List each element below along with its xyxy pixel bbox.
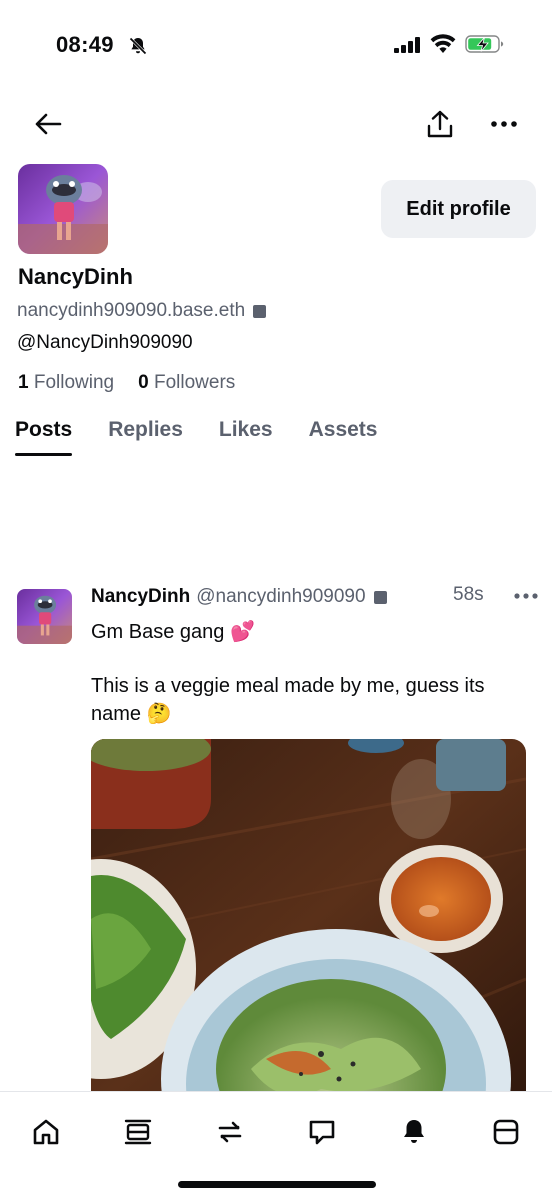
post-timestamp: 58s	[453, 584, 484, 605]
follow-stats: 1 Following 0 Followers	[18, 372, 235, 394]
status-time: 08:49	[56, 32, 114, 57]
wallet-icon	[493, 1119, 519, 1145]
swap-icon	[218, 1121, 242, 1143]
more-horizontal-icon	[514, 593, 538, 599]
status-bar: 08:49	[0, 0, 552, 90]
nav-home[interactable]	[28, 1114, 64, 1150]
food-photo	[91, 739, 526, 1109]
profile-tabs: Posts Replies Likes Assets	[15, 418, 377, 456]
post-image[interactable]	[91, 739, 526, 1109]
home-indicator	[178, 1181, 376, 1188]
followers-link[interactable]: 0 Followers	[138, 372, 235, 394]
avatar-image	[18, 164, 108, 254]
notifications-icon	[404, 1120, 424, 1143]
back-button[interactable]	[28, 106, 68, 142]
followers-label: Followers	[153, 372, 236, 393]
basename-text: nancydinh909090.base.eth	[17, 300, 246, 321]
share-button[interactable]	[420, 104, 460, 144]
tab-replies[interactable]: Replies	[108, 418, 183, 456]
post-more-button[interactable]	[508, 582, 544, 610]
edit-profile-button[interactable]: Edit profile	[381, 180, 536, 238]
post-author-avatar[interactable]	[17, 589, 72, 644]
tab-posts[interactable]: Posts	[15, 418, 73, 456]
messages-icon	[309, 1120, 335, 1145]
cellular-signal-icon	[394, 37, 420, 53]
post-author-handle[interactable]: @nancydinh909090	[196, 586, 365, 608]
profile-handle: @NancyDinh909090	[17, 332, 193, 353]
nav-notifications[interactable]	[396, 1114, 432, 1150]
more-options-button[interactable]	[484, 106, 524, 142]
bell-slash-icon	[129, 37, 147, 55]
home-icon	[33, 1119, 59, 1145]
followers-count: 0	[138, 372, 149, 393]
following-label: Following	[33, 372, 115, 393]
profile-basename: nancydinh909090.base.eth	[17, 300, 267, 322]
nav-messages[interactable]	[304, 1114, 340, 1150]
post-avatar-image	[17, 589, 72, 644]
post-author-name[interactable]: NancyDinh	[91, 586, 190, 608]
wifi-icon	[430, 34, 456, 53]
tab-assets[interactable]: Assets	[309, 418, 378, 456]
share-icon	[427, 110, 453, 138]
basename-badge-icon	[253, 304, 267, 318]
battery-charging-icon	[465, 35, 504, 53]
following-link[interactable]: 1 Following	[18, 372, 114, 394]
back-arrow-icon	[35, 113, 62, 135]
post-text-line: This is a veggie meal made by me, guess …	[91, 675, 485, 725]
feed-icon	[124, 1119, 152, 1145]
nav-swap[interactable]	[212, 1114, 248, 1150]
nav-wallet[interactable]	[488, 1114, 524, 1150]
nav-feed[interactable]	[120, 1114, 156, 1150]
profile-avatar[interactable]	[18, 164, 108, 254]
post-badge-icon	[373, 590, 387, 604]
following-count: 1	[18, 372, 29, 393]
profile-display-name: NancyDinh	[18, 264, 133, 289]
post-body: Gm Base gang 💕 This is a veggie meal mad…	[91, 618, 531, 728]
post-text-line: Gm Base gang 💕	[91, 621, 255, 643]
tab-likes[interactable]: Likes	[219, 418, 273, 456]
more-horizontal-icon	[491, 121, 517, 127]
